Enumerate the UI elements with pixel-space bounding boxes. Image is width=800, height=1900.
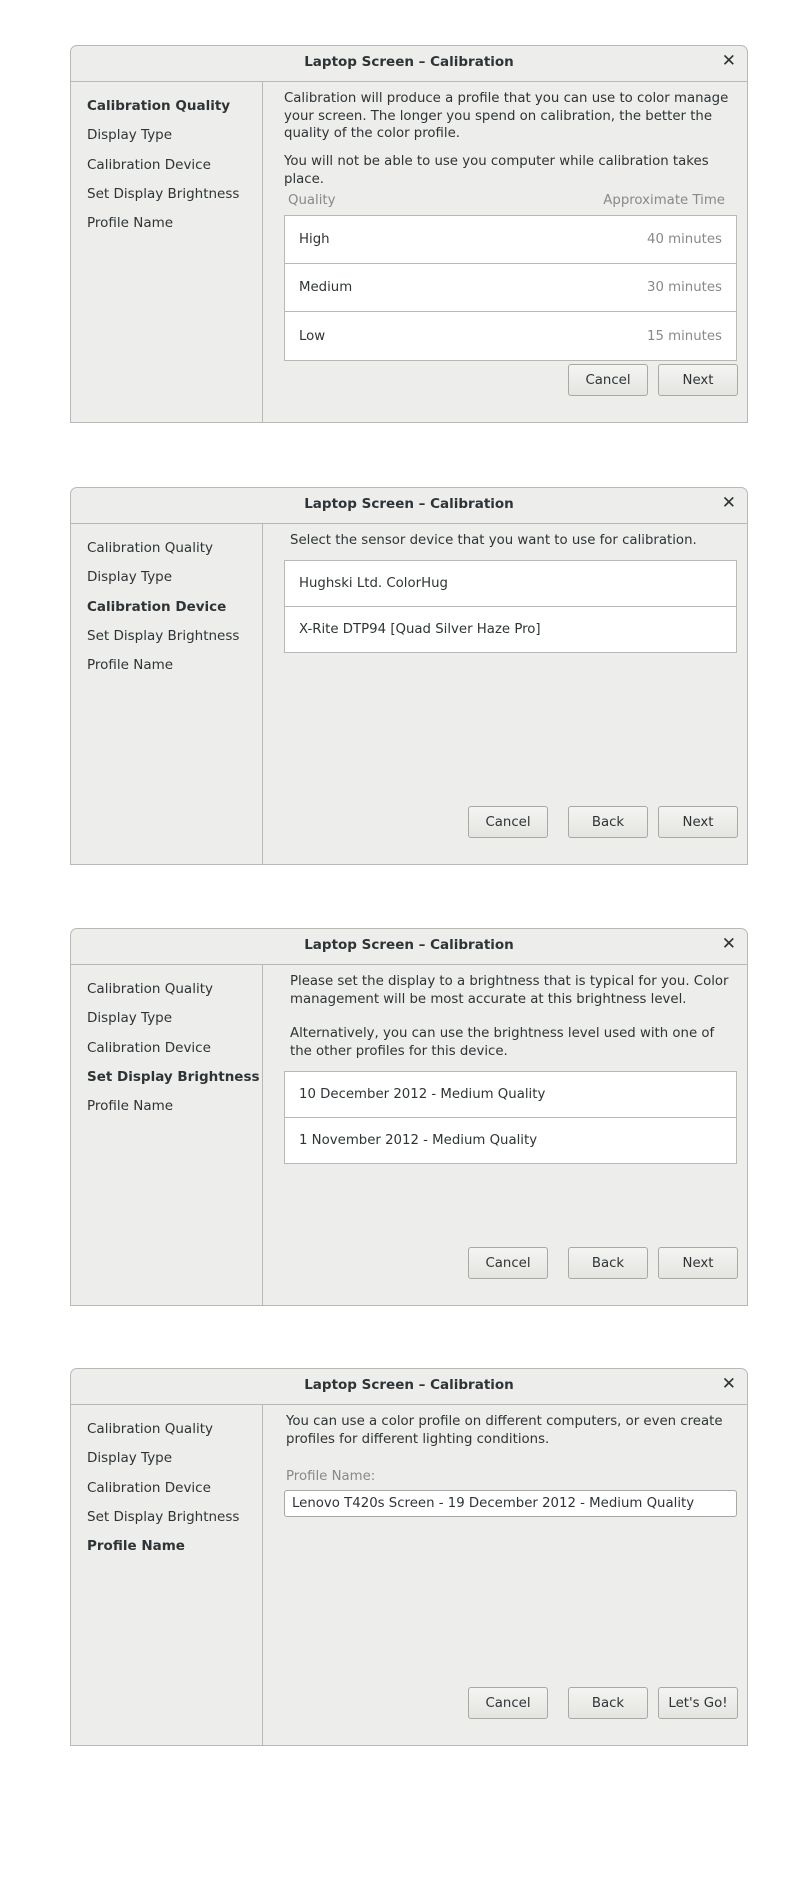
close-icon[interactable]: ✕ (722, 51, 736, 71)
option-label: High (299, 232, 330, 247)
window-title: Laptop Screen – Calibration (304, 54, 514, 70)
dialog-profile-name: Laptop Screen – Calibration ✕ Calibratio… (70, 1368, 748, 1746)
window-title: Laptop Screen – Calibration (304, 937, 514, 953)
option-time: 30 minutes (647, 280, 722, 295)
back-button[interactable]: Back (568, 806, 648, 838)
quality-option-medium[interactable]: Medium 30 minutes (285, 264, 736, 312)
step-calibration-device[interactable]: Calibration Device (87, 599, 226, 615)
titlebar: Laptop Screen – Calibration ✕ (71, 488, 747, 524)
steps-sidebar: Calibration Quality Display Type Calibra… (71, 1404, 263, 1745)
next-button[interactable]: Next (658, 364, 738, 396)
profile-option[interactable]: 10 December 2012 - Medium Quality (285, 1072, 736, 1118)
step-display-type[interactable]: Display Type (87, 127, 172, 143)
device-list: Hughski Ltd. ColorHug X-Rite DTP94 [Quad… (284, 560, 737, 653)
titlebar: Laptop Screen – Calibration ✕ (71, 1369, 747, 1405)
steps-sidebar: Calibration Quality Display Type Calibra… (71, 523, 263, 864)
step-display-type[interactable]: Display Type (87, 1450, 172, 1466)
option-time: 40 minutes (647, 232, 722, 247)
cancel-button[interactable]: Cancel (468, 806, 548, 838)
step-profile-name[interactable]: Profile Name (87, 1098, 173, 1114)
content-area: You can use a color profile on different… (263, 1404, 747, 1745)
cancel-button[interactable]: Cancel (468, 1687, 548, 1719)
quality-column-header: Quality (288, 193, 336, 208)
intro-text: You can use a color profile on different… (286, 1414, 723, 1447)
step-calibration-device[interactable]: Calibration Device (87, 1480, 211, 1496)
lets-go-button[interactable]: Let's Go! (658, 1687, 738, 1719)
intro-text: Calibration will produce a profile that … (284, 91, 729, 141)
profile-label: 10 December 2012 - Medium Quality (299, 1087, 546, 1102)
step-display-type[interactable]: Display Type (87, 1010, 172, 1026)
profile-option[interactable]: 1 November 2012 - Medium Quality (285, 1118, 736, 1163)
step-profile-name[interactable]: Profile Name (87, 657, 173, 673)
device-option[interactable]: X-Rite DTP94 [Quad Silver Haze Pro] (285, 607, 736, 652)
step-calibration-quality[interactable]: Calibration Quality (87, 98, 230, 114)
profile-name-field[interactable] (284, 1490, 737, 1517)
device-option[interactable]: Hughski Ltd. ColorHug (285, 561, 736, 607)
cancel-button[interactable]: Cancel (468, 1247, 548, 1279)
next-button[interactable]: Next (658, 806, 738, 838)
device-label: Hughski Ltd. ColorHug (299, 576, 448, 591)
steps-sidebar: Calibration Quality Display Type Calibra… (71, 81, 263, 422)
step-set-display-brightness[interactable]: Set Display Brightness (87, 186, 239, 202)
option-time: 15 minutes (647, 328, 722, 344)
quality-list: High 40 minutes Medium 30 minutes Low 15… (284, 215, 737, 361)
step-calibration-quality[interactable]: Calibration Quality (87, 1421, 213, 1437)
time-column-header: Approximate Time (603, 193, 725, 208)
cancel-button[interactable]: Cancel (568, 364, 648, 396)
step-calibration-quality[interactable]: Calibration Quality (87, 540, 213, 556)
profile-label: 1 November 2012 - Medium Quality (299, 1133, 538, 1148)
content-area: Please set the display to a brightness t… (263, 964, 747, 1305)
profile-name-label: Profile Name: (286, 1469, 376, 1484)
quality-option-high[interactable]: High 40 minutes (285, 216, 736, 264)
dialog-set-display-brightness: Laptop Screen – Calibration ✕ Calibratio… (70, 928, 748, 1306)
intro-text: Select the sensor device that you want t… (290, 533, 697, 548)
content-area: Select the sensor device that you want t… (263, 523, 747, 864)
close-icon[interactable]: ✕ (722, 493, 736, 513)
close-icon[interactable]: ✕ (722, 1374, 736, 1394)
step-set-display-brightness[interactable]: Set Display Brightness (87, 1069, 260, 1085)
device-label: X-Rite DTP94 [Quad Silver Haze Pro] (299, 622, 541, 637)
profile-list: 10 December 2012 - Medium Quality 1 Nove… (284, 1071, 737, 1164)
warning-text: You will not be able to use you computer… (284, 154, 709, 187)
close-icon[interactable]: ✕ (722, 934, 736, 954)
intro-text: Please set the display to a brightness t… (290, 974, 729, 1007)
dialog-calibration-device: Laptop Screen – Calibration ✕ Calibratio… (70, 487, 748, 865)
step-set-display-brightness[interactable]: Set Display Brightness (87, 1509, 239, 1525)
step-calibration-device[interactable]: Calibration Device (87, 157, 211, 173)
option-label: Medium (299, 280, 353, 295)
step-profile-name[interactable]: Profile Name (87, 215, 173, 231)
window-title: Laptop Screen – Calibration (304, 496, 514, 512)
quality-option-low[interactable]: Low 15 minutes (285, 312, 736, 360)
alternative-text: Alternatively, you can use the brightnes… (290, 1026, 715, 1059)
steps-sidebar: Calibration Quality Display Type Calibra… (71, 964, 263, 1305)
titlebar: Laptop Screen – Calibration ✕ (71, 929, 747, 965)
step-calibration-quality[interactable]: Calibration Quality (87, 981, 213, 997)
titlebar: Laptop Screen – Calibration ✕ (71, 46, 747, 82)
back-button[interactable]: Back (568, 1687, 648, 1719)
option-label: Low (299, 328, 326, 344)
step-profile-name[interactable]: Profile Name (87, 1538, 185, 1554)
dialog-calibration-quality: Laptop Screen – Calibration ✕ Calibratio… (70, 45, 748, 423)
next-button[interactable]: Next (658, 1247, 738, 1279)
step-set-display-brightness[interactable]: Set Display Brightness (87, 628, 239, 644)
window-title: Laptop Screen – Calibration (304, 1377, 514, 1393)
back-button[interactable]: Back (568, 1247, 648, 1279)
step-calibration-device[interactable]: Calibration Device (87, 1040, 211, 1056)
content-area: Calibration will produce a profile that … (263, 81, 747, 422)
step-display-type[interactable]: Display Type (87, 569, 172, 585)
